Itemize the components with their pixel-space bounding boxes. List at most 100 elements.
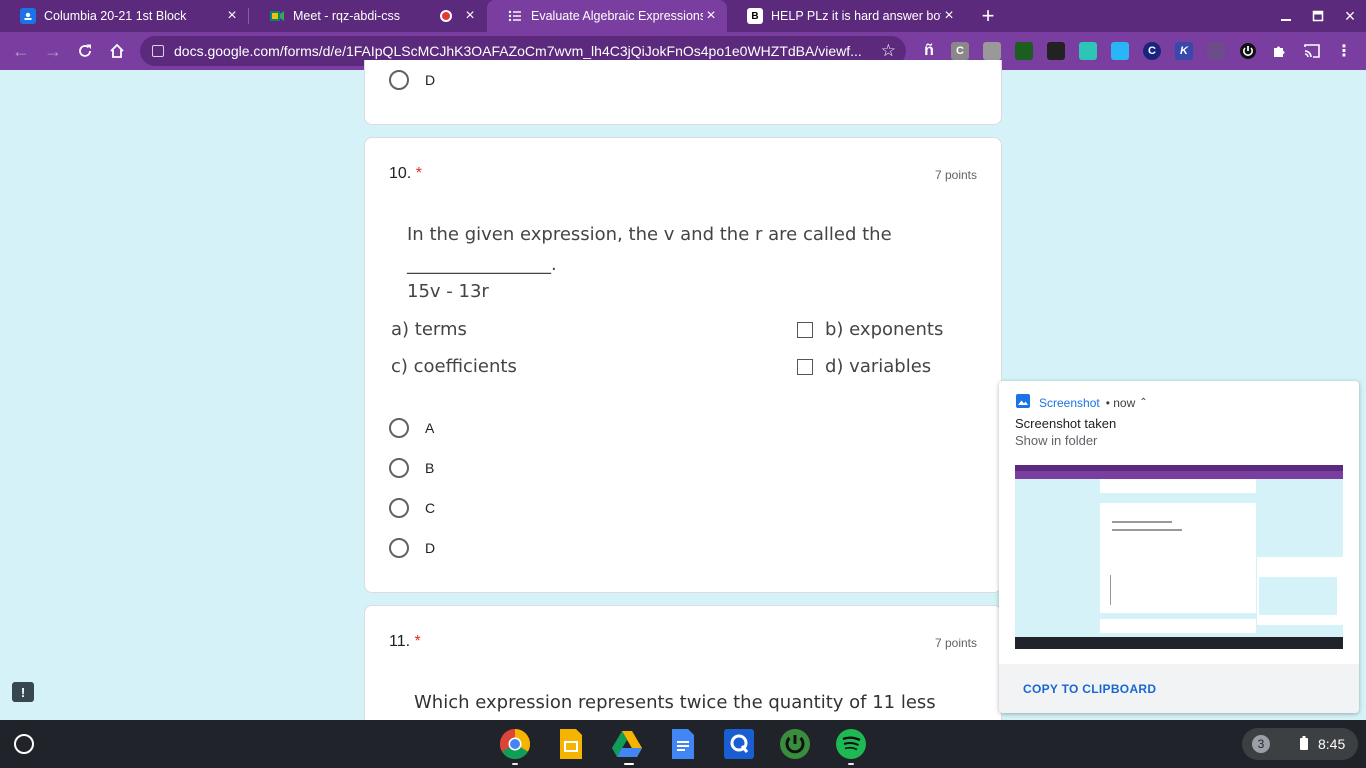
notification-app-name: Screenshot xyxy=(1039,395,1100,410)
drive-icon[interactable] xyxy=(611,728,643,760)
extension-n-icon[interactable]: ñ xyxy=(920,42,938,60)
extension-game-icon[interactable] xyxy=(1015,42,1033,60)
prompt-text: In the given expression, the v and the r… xyxy=(407,224,892,245)
option-row-d[interactable]: D xyxy=(389,538,435,558)
launcher-icon[interactable] xyxy=(14,734,34,754)
extension-c-blue-icon[interactable]: C xyxy=(1143,42,1161,60)
extension-c-gray-icon[interactable]: C xyxy=(951,42,969,60)
chevron-up-icon[interactable]: ⌃ xyxy=(1139,397,1147,408)
extensions-puzzle-icon[interactable] xyxy=(1271,42,1289,60)
screenshot-thumbnail[interactable] xyxy=(1015,465,1343,649)
question-card-11: 11. * 7 points Which expression represen… xyxy=(364,605,1002,735)
checkbox-icon xyxy=(797,322,813,338)
clock: 8:45 xyxy=(1318,736,1346,752)
url-text: docs.google.com/forms/d/e/1FAIpQLScMCJhK… xyxy=(174,43,862,59)
option-label: D xyxy=(425,72,436,88)
checkbox-icon xyxy=(797,359,813,375)
choice-d-row: d) variables xyxy=(797,356,931,377)
status-tray[interactable]: 3 8:45 xyxy=(1242,728,1358,760)
option-label: A xyxy=(425,420,435,436)
option-row-b[interactable]: B xyxy=(389,458,434,478)
image-icon xyxy=(1015,393,1031,412)
required-asterisk: * xyxy=(415,165,422,182)
extension-k-icon[interactable]: K xyxy=(1175,42,1193,60)
spotify-icon[interactable] xyxy=(835,728,867,760)
option-label: D xyxy=(425,540,436,556)
brainly-icon: B xyxy=(747,8,763,24)
extension-dark-icon[interactable] xyxy=(1047,42,1065,60)
tab-title: Columbia 20-21 1st Block xyxy=(44,9,187,23)
extension-globe-icon[interactable] xyxy=(1111,42,1129,60)
option-row-c[interactable]: C xyxy=(389,498,435,518)
battery-icon xyxy=(1300,735,1308,753)
chrome-icon[interactable] xyxy=(499,728,531,760)
extension-shield-icon[interactable] xyxy=(1207,42,1225,60)
radio-button[interactable] xyxy=(389,70,409,90)
back-icon[interactable]: ← xyxy=(6,36,36,66)
question-number: 10. * xyxy=(389,165,422,182)
screenshot-notification[interactable]: Screenshot • now ⌃ Screenshot taken Show… xyxy=(999,381,1359,713)
home-icon[interactable] xyxy=(102,36,132,66)
classroom-icon xyxy=(20,8,36,24)
notification-count-badge: 3 xyxy=(1252,735,1270,753)
tab-evaluate-expressions[interactable]: Evaluate Algebraic Expressions × xyxy=(487,0,727,32)
forward-icon[interactable]: → xyxy=(38,36,68,66)
quizlet-icon[interactable] xyxy=(723,728,755,760)
wifi-icon xyxy=(1278,736,1294,753)
extension-power-icon[interactable] xyxy=(1239,42,1257,60)
prompt-text: Which expression represents twice the qu… xyxy=(414,692,936,713)
extension-copy-icon[interactable] xyxy=(983,42,1001,60)
tab-brainly[interactable]: B HELP PLz it is hard answer both × xyxy=(727,0,965,32)
close-icon[interactable]: × xyxy=(941,7,957,24)
maximize-icon[interactable] xyxy=(1302,0,1334,32)
option-row-a[interactable]: A xyxy=(389,418,434,438)
question-card-10: 10. * 7 points In the given expression, … xyxy=(364,137,1002,593)
radio-button[interactable] xyxy=(389,538,409,558)
active-indicator xyxy=(624,763,634,765)
close-icon[interactable]: × xyxy=(462,7,478,24)
meet-icon xyxy=(269,8,285,24)
notification-message: Show in folder xyxy=(1015,433,1098,448)
copy-to-clipboard-button[interactable]: COPY TO CLIPBOARD xyxy=(1023,682,1156,696)
option-label: C xyxy=(425,500,436,516)
feedback-button[interactable]: ! xyxy=(12,682,34,702)
radio-button[interactable] xyxy=(389,418,409,438)
docs-icon[interactable] xyxy=(667,728,699,760)
tab-title: Meet - rqz-abdi-css xyxy=(293,9,400,23)
question-number: 11. * xyxy=(389,633,421,650)
radio-button[interactable] xyxy=(389,458,409,478)
choice-c: c) coefficients xyxy=(391,356,517,377)
menu-icon[interactable]: ⋮ xyxy=(1335,42,1353,60)
prompt-blank: ________________. xyxy=(407,254,557,275)
close-icon[interactable]: × xyxy=(224,7,240,24)
slides-icon[interactable] xyxy=(555,728,587,760)
minimize-icon[interactable] xyxy=(1270,0,1302,32)
notification-header: Screenshot • now ⌃ xyxy=(1015,393,1148,412)
reload-icon[interactable] xyxy=(70,36,100,66)
power-app-icon[interactable] xyxy=(779,728,811,760)
notification-footer: COPY TO CLIPBOARD xyxy=(999,664,1359,713)
cast-icon[interactable] xyxy=(1303,42,1321,60)
recording-icon xyxy=(440,10,452,22)
forms-icon xyxy=(507,8,523,24)
extension-save-icon[interactable] xyxy=(1079,42,1097,60)
close-icon[interactable]: × xyxy=(703,7,719,24)
points-label: 7 points xyxy=(934,168,977,182)
shelf: 3 8:45 xyxy=(0,720,1366,768)
option-label: B xyxy=(425,460,435,476)
new-tab-button[interactable]: + xyxy=(976,3,1000,28)
notification-title: Screenshot taken xyxy=(1015,416,1117,431)
tab-meet[interactable]: Meet - rqz-abdi-css × xyxy=(249,0,486,32)
option-row-d[interactable]: D xyxy=(389,70,435,90)
page-info-icon[interactable] xyxy=(152,45,164,57)
radio-button[interactable] xyxy=(389,498,409,518)
bookmark-star-icon[interactable]: ☆ xyxy=(881,41,896,61)
choice-a: a) terms xyxy=(391,319,467,340)
tab-columbia[interactable]: Columbia 20-21 1st Block × xyxy=(0,0,248,32)
close-window-icon[interactable]: × xyxy=(1334,0,1366,32)
running-indicator xyxy=(848,763,854,765)
running-indicator xyxy=(512,763,518,765)
question-card-9: D xyxy=(364,60,1002,125)
points-label: 7 points xyxy=(934,636,977,650)
tab-title: HELP PLz it is hard answer both xyxy=(771,9,941,23)
